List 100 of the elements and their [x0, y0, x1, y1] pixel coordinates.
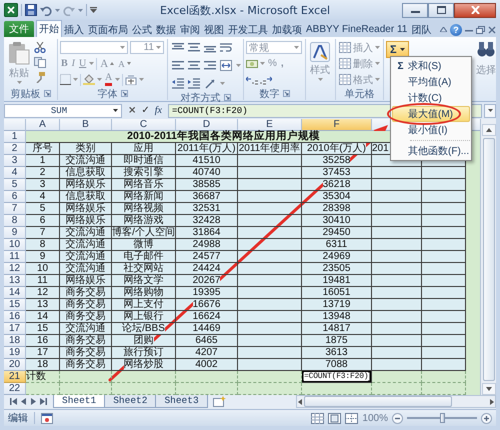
row-number[interactable]: 15 [4, 299, 26, 311]
row-number[interactable]: 13 [4, 275, 26, 287]
insert-sheet-icon[interactable] [212, 396, 226, 407]
expand-formula-button[interactable] [484, 104, 496, 118]
normal-view-icon[interactable] [311, 412, 324, 424]
caret-icon[interactable] [488, 109, 492, 112]
sheet-tab[interactable]: Sheet2 [104, 395, 156, 408]
table-cell: 商务交易 [60, 299, 112, 311]
scroll-down-icon[interactable] [486, 387, 492, 391]
ribbon-tab[interactable]: 团队 [409, 22, 434, 37]
maximize-button[interactable] [428, 2, 454, 18]
worksheet-grid[interactable] [4, 119, 480, 395]
cancel-button[interactable]: × [128, 105, 136, 116]
restore-icon[interactable] [476, 26, 485, 34]
ribbon-tab[interactable]: 开始 [36, 20, 62, 37]
row-number[interactable]: 7 [4, 203, 26, 215]
ribbon-tab[interactable]: 视图 [202, 22, 226, 37]
ribbon-tab[interactable]: 公式 [130, 22, 154, 37]
row-number[interactable]: 20 [4, 359, 26, 371]
row-number[interactable]: 6 [4, 191, 26, 203]
format-cells-icon[interactable] [339, 74, 351, 85]
zoom-slider-thumb[interactable] [440, 413, 445, 423]
column-header[interactable]: F [302, 119, 372, 130]
table-cell: 商务交易 [60, 347, 112, 359]
row-number[interactable]: 4 [4, 167, 26, 179]
first-sheet-icon[interactable] [10, 398, 17, 404]
page-break-view-icon[interactable] [345, 412, 358, 424]
name-box[interactable]: SUM [4, 104, 122, 118]
ribbon-tab[interactable]: 开发工具 [226, 22, 270, 37]
undo-icon[interactable] [40, 4, 52, 16]
row-number[interactable]: 9 [4, 227, 26, 239]
horizontal-scrollbar[interactable] [296, 395, 496, 408]
row-number[interactable]: 11 [4, 251, 26, 263]
table-cell: 商务交易 [60, 287, 112, 299]
table-cell: 博客/个人空间 [112, 227, 176, 239]
empty-cell[interactable] [176, 371, 238, 383]
table-cell: 商务交易 [60, 359, 112, 371]
ribbon-tab[interactable]: ABBYY FineReader 11 [304, 22, 410, 37]
row-number[interactable]: 22 [4, 383, 26, 395]
previous-sheet-icon[interactable] [20, 398, 27, 404]
row-number[interactable]: 5 [4, 179, 26, 191]
file-menu-button[interactable]: 文件 [4, 21, 34, 37]
delete-cells-icon[interactable] [339, 58, 351, 69]
ribbon-tab[interactable]: 加载项 [270, 22, 304, 37]
collapse-ribbon-icon[interactable] [440, 27, 447, 32]
table-cell: 网络炒股 [112, 359, 176, 371]
customize-toolbar-icon[interactable] [90, 7, 97, 13]
row-number[interactable]: 2 [4, 143, 26, 155]
sheet-tab[interactable]: Sheet3 [155, 395, 208, 408]
table-cell: 信息获取 [60, 167, 112, 179]
row-number[interactable]: 12 [4, 263, 26, 275]
formula-cell[interactable]: =COUNT(F3:F20) [302, 371, 372, 383]
row-number[interactable]: 21 [4, 371, 26, 383]
menu-item[interactable]: 其他函数(F)... [392, 143, 470, 159]
ribbon-tab[interactable]: 插入 [62, 22, 86, 37]
ribbon-tab[interactable]: 页面布局 [86, 22, 130, 37]
scroll-left-icon[interactable] [298, 398, 302, 404]
save-icon[interactable] [25, 4, 37, 16]
window-title: Excel函数.xlsx - Microsoft Excel [160, 4, 330, 16]
empty-cell[interactable] [422, 371, 466, 383]
row-number[interactable]: 16 [4, 311, 26, 323]
empty-cell[interactable] [60, 371, 112, 383]
table-cell: 交流沟通 [60, 239, 112, 251]
sheet-tab[interactable]: Sheet1 [53, 395, 106, 408]
scroll-right-icon[interactable] [490, 398, 494, 404]
row-number[interactable]: 1 [4, 131, 26, 143]
caret-icon[interactable] [113, 109, 118, 112]
row-number[interactable]: 17 [4, 323, 26, 335]
minimize-button[interactable] [402, 2, 428, 18]
group-label: 数字 [260, 88, 280, 100]
vertical-scrollbar[interactable] [480, 119, 496, 395]
group-label: 单元格 [344, 88, 374, 100]
row-number[interactable]: 19 [4, 347, 26, 359]
row-number[interactable]: 8 [4, 215, 26, 227]
menu-item[interactable]: Σ 求和(S) [392, 58, 470, 74]
ribbon-tab[interactable]: 审阅 [178, 22, 202, 37]
insert-cells-icon[interactable] [339, 42, 351, 53]
insert-function-button[interactable]: fx [154, 105, 162, 116]
enter-button[interactable]: ✓ [141, 105, 150, 116]
status-mode: 编辑 [8, 412, 28, 425]
empty-cell[interactable] [112, 371, 176, 383]
last-sheet-icon[interactable] [40, 398, 47, 404]
page-layout-view-icon[interactable] [328, 412, 342, 424]
menu-item[interactable]: 平均值(A) [392, 74, 470, 90]
close-icon[interactable] [488, 26, 496, 34]
close-button[interactable] [454, 2, 496, 18]
table-cell: 计数 [26, 371, 60, 383]
row-number[interactable]: 3 [4, 155, 26, 167]
row-number[interactable]: 14 [4, 287, 26, 299]
table-cell: 交流沟通 [60, 155, 112, 167]
zoom-in-icon[interactable] [481, 412, 492, 424]
macro-record-icon[interactable] [41, 412, 53, 424]
row-number[interactable]: 18 [4, 335, 26, 347]
maximize-icon[interactable] [436, 6, 446, 14]
next-sheet-icon[interactable] [30, 398, 37, 404]
zoom-out-icon[interactable] [392, 412, 403, 424]
menu-item[interactable]: 计数(C) [392, 90, 470, 106]
ribbon-tab[interactable]: 数据 [154, 22, 178, 37]
row-number[interactable]: 10 [4, 239, 26, 251]
scroll-up-icon[interactable] [486, 128, 492, 132]
